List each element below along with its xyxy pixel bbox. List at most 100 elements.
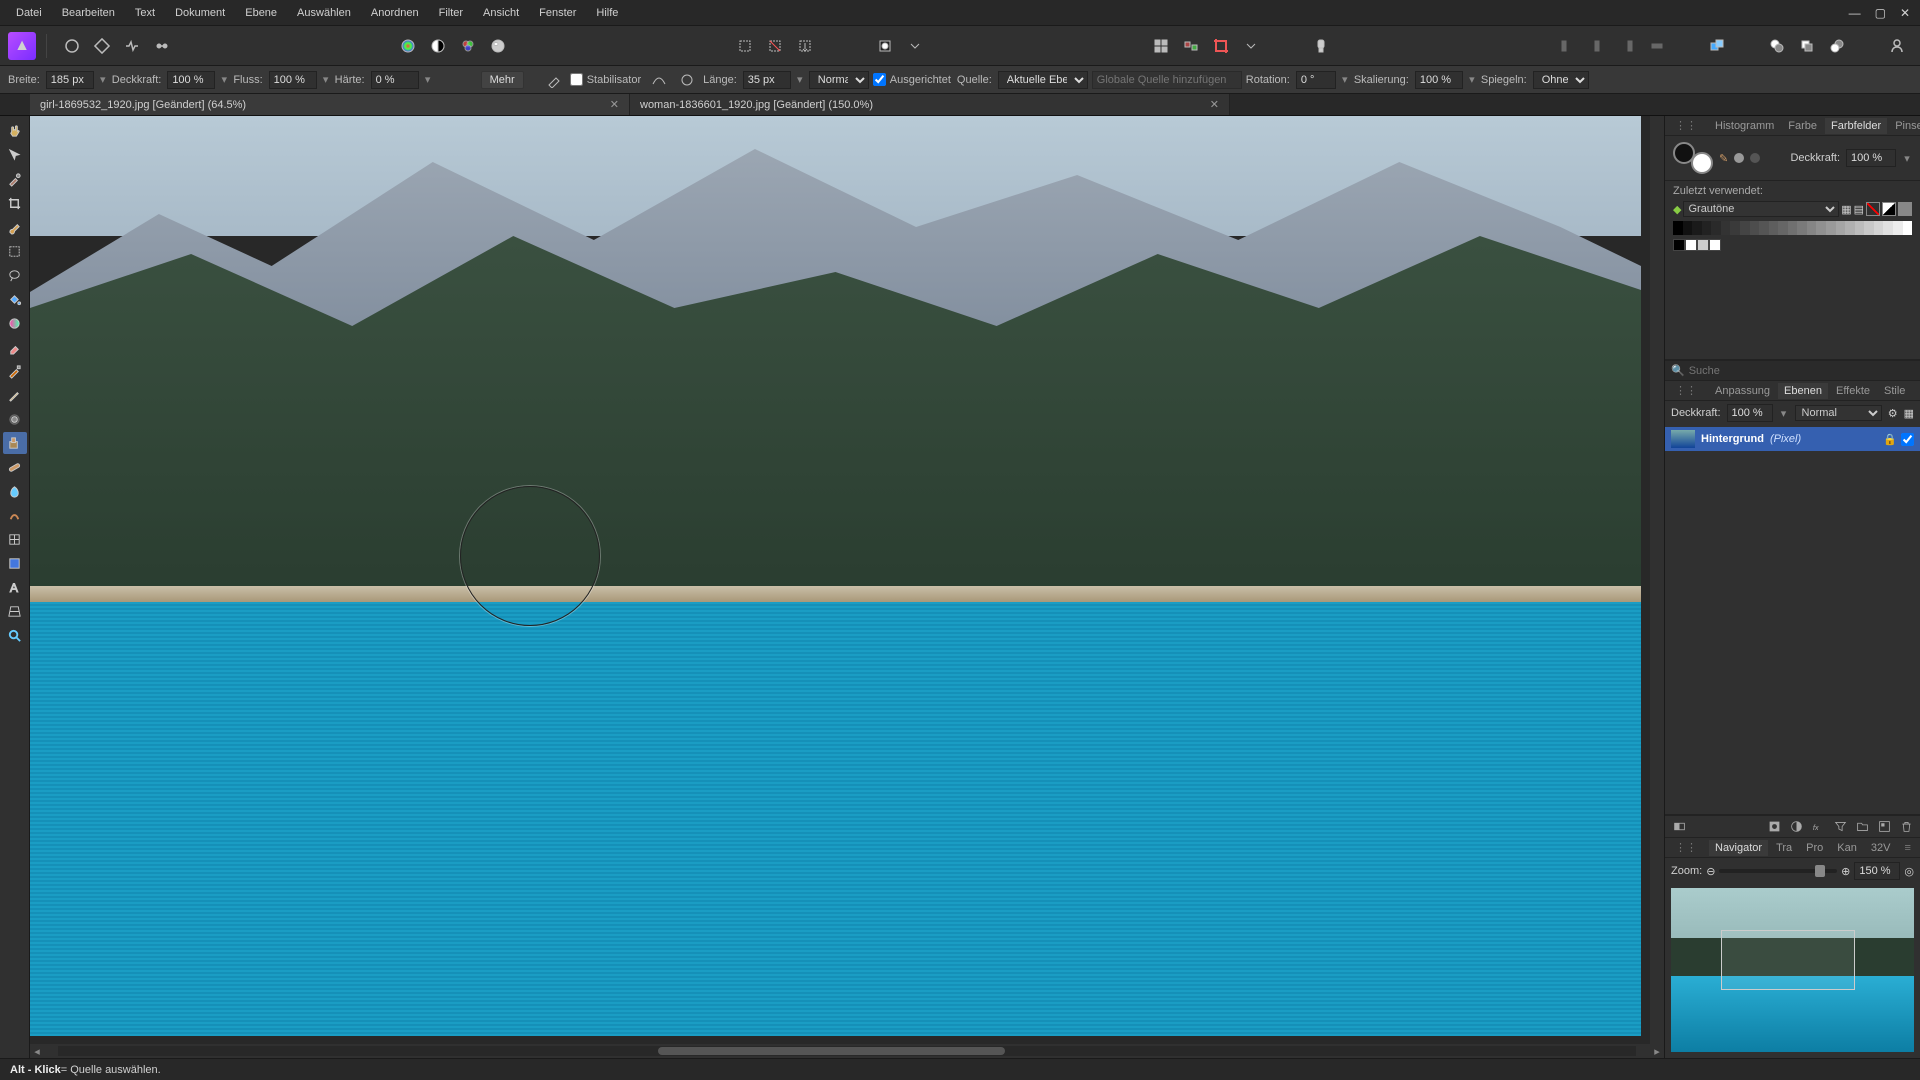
tab-layers[interactable]: Ebenen [1778, 383, 1828, 399]
scale-input[interactable] [1415, 71, 1463, 89]
account-icon[interactable] [1884, 33, 1910, 59]
blend-mode-select[interactable]: Normal [809, 71, 869, 89]
document-tab[interactable]: woman-1836601_1920.jpg [Geändert] (150.0… [630, 94, 1230, 115]
tab-adjustments[interactable]: Anpassung [1709, 383, 1776, 399]
menu-item[interactable]: Hilfe [586, 3, 628, 23]
mirror-select[interactable]: Ohne [1533, 71, 1589, 89]
quick-mask-icon[interactable] [872, 33, 898, 59]
scrollbar-track[interactable] [58, 1046, 1636, 1056]
layer-blend-select[interactable]: Normal [1795, 405, 1882, 421]
stack-middle-icon[interactable] [1794, 33, 1820, 59]
rgb-icon[interactable] [455, 33, 481, 59]
develop-persona-icon[interactable] [149, 33, 175, 59]
rotation-dropdown-icon[interactable]: ▾ [1340, 73, 1350, 86]
zoom-in-icon[interactable]: ⊕ [1841, 865, 1850, 878]
close-tab-icon[interactable]: ✕ [1200, 98, 1219, 111]
tab-effects[interactable]: Effekte [1830, 383, 1876, 399]
shape-tool-icon[interactable] [3, 552, 27, 574]
rotation-input[interactable] [1296, 71, 1336, 89]
zoom-slider[interactable] [1719, 869, 1837, 873]
arrange-icon[interactable] [1704, 33, 1730, 59]
more-button[interactable]: Mehr [481, 71, 524, 89]
scale-dropdown-icon[interactable]: ▾ [1467, 73, 1477, 86]
add-live-filter-icon[interactable] [1832, 819, 1848, 835]
minimize-icon[interactable]: — [1849, 6, 1861, 20]
length-dropdown-icon[interactable]: ▾ [795, 73, 805, 86]
mode-dot-2-icon[interactable] [1750, 153, 1760, 163]
contrast-icon[interactable] [425, 33, 451, 59]
tab-32bit[interactable]: 32V [1865, 840, 1897, 856]
layer-row[interactable]: Hintergrund (Pixel) 🔒 [1665, 427, 1920, 451]
scroll-right-icon[interactable]: ▸ [1650, 1045, 1664, 1058]
color-picker-tool-icon[interactable] [3, 168, 27, 190]
canvas-image[interactable] [30, 116, 1641, 1036]
flood-fill-tool-icon[interactable] [3, 288, 27, 310]
zoom-tool-icon[interactable] [3, 624, 27, 646]
tab-brushes[interactable]: Pinsel [1889, 118, 1920, 134]
stack-back-icon[interactable] [1824, 33, 1850, 59]
mode-dot-1-icon[interactable] [1734, 153, 1744, 163]
panel-opacity-dropdown-icon[interactable]: ▾ [1902, 152, 1912, 165]
flow-input[interactable] [269, 71, 317, 89]
tab-styles[interactable]: Stile [1878, 383, 1911, 399]
clone-tool-icon[interactable] [3, 432, 27, 454]
layer-options-icon[interactable]: ▦ [1904, 407, 1914, 420]
add-pixel-layer-icon[interactable] [1876, 819, 1892, 835]
tone-mapping-persona-icon[interactable] [119, 33, 145, 59]
lasso-tool-icon[interactable] [3, 264, 27, 286]
close-icon[interactable]: ✕ [1900, 6, 1910, 20]
panel-grip-icon[interactable]: ⋮⋮ [1669, 117, 1703, 134]
color-wheel-icon[interactable] [395, 33, 421, 59]
tab-channels[interactable]: Kan [1831, 840, 1863, 856]
delete-layer-icon[interactable] [1898, 819, 1914, 835]
menu-item[interactable]: Ebene [235, 3, 287, 23]
width-input[interactable] [46, 71, 94, 89]
zoom-slider-thumb[interactable] [1815, 865, 1825, 877]
tab-stock[interactable]: Stock [1913, 383, 1920, 399]
perspective-tool-icon[interactable] [3, 600, 27, 622]
eyedrop-icon[interactable]: ✎ [1719, 152, 1728, 165]
panel-opacity-input[interactable] [1846, 149, 1896, 167]
quick-mask-dropdown-icon[interactable] [902, 33, 928, 59]
palette-icon[interactable]: ◆ [1673, 203, 1681, 216]
vertical-scrollbar[interactable] [1650, 116, 1664, 1044]
maximize-icon[interactable]: ▢ [1875, 6, 1886, 20]
panel-menu-icon[interactable]: ≡ [1898, 840, 1916, 856]
menu-item[interactable]: Anordnen [361, 3, 429, 23]
swatch-black-icon[interactable] [1882, 202, 1896, 216]
photo-persona-icon[interactable] [59, 33, 85, 59]
tab-histogram[interactable]: Histogramm [1709, 118, 1780, 134]
swatch-set-select[interactable]: Grautöne [1683, 201, 1839, 217]
selection-tool-icon[interactable] [3, 240, 27, 262]
menu-item[interactable]: Text [125, 3, 165, 23]
tab-swatches[interactable]: Farbfelder [1825, 118, 1887, 134]
pen-tool-icon[interactable] [3, 360, 27, 382]
close-tab-icon[interactable]: ✕ [600, 98, 619, 111]
tab-color[interactable]: Farbe [1782, 118, 1823, 134]
text-tool-icon[interactable]: A [3, 576, 27, 598]
erase-tool-icon[interactable] [3, 336, 27, 358]
length-input[interactable] [743, 71, 791, 89]
grid-4-icon[interactable] [1148, 33, 1174, 59]
menu-item[interactable]: Auswählen [287, 3, 361, 23]
hardness-input[interactable] [371, 71, 419, 89]
menu-item[interactable]: Dokument [165, 3, 235, 23]
menu-item[interactable]: Datei [6, 3, 52, 23]
layer-lock-icon[interactable]: 🔒 [1883, 433, 1897, 446]
navigator-view-rect[interactable] [1721, 930, 1855, 990]
panel-grip-icon[interactable]: ⋮⋮ [1669, 382, 1703, 399]
force-pressure-icon[interactable] [544, 71, 564, 89]
add-mask-icon[interactable] [1766, 819, 1782, 835]
crop-tool-icon[interactable] [1208, 33, 1234, 59]
swatch-grid-icon[interactable]: ▦ [1841, 203, 1851, 216]
healing-tool-icon[interactable] [3, 456, 27, 478]
tab-transform[interactable]: Tra [1770, 840, 1798, 856]
add-adjustment-icon[interactable] [1788, 819, 1804, 835]
panel-grip-icon[interactable]: ⋮⋮ [1669, 839, 1703, 856]
mesh-warp-tool-icon[interactable] [3, 528, 27, 550]
swatch-gradient-strip[interactable] [1673, 221, 1912, 235]
zoom-input[interactable] [1854, 862, 1900, 880]
menu-item[interactable]: Fenster [529, 3, 586, 23]
hand-tool-icon[interactable] [3, 120, 27, 142]
layer-visible-checkbox[interactable] [1901, 433, 1914, 446]
